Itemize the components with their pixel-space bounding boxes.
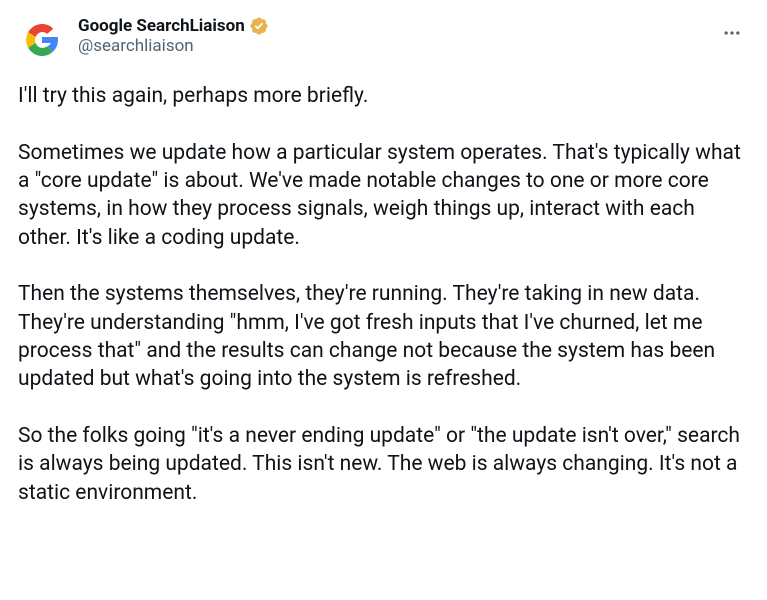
- more-options-button[interactable]: [715, 16, 749, 50]
- google-logo-icon: [18, 16, 66, 64]
- tweet-header: Google SearchLiaison @searchliaison: [18, 16, 749, 64]
- user-handle[interactable]: @searchliaison: [78, 36, 715, 56]
- avatar[interactable]: [18, 16, 66, 64]
- tweet: Google SearchLiaison @searchliaison I'll…: [18, 16, 749, 507]
- name-row: Google SearchLiaison: [78, 16, 715, 36]
- verified-badge-icon: [249, 16, 269, 36]
- ellipsis-icon: [722, 23, 742, 43]
- display-name[interactable]: Google SearchLiaison: [78, 16, 245, 36]
- tweet-body: I'll try this again, perhaps more briefl…: [18, 82, 749, 507]
- user-block: Google SearchLiaison @searchliaison: [78, 16, 715, 56]
